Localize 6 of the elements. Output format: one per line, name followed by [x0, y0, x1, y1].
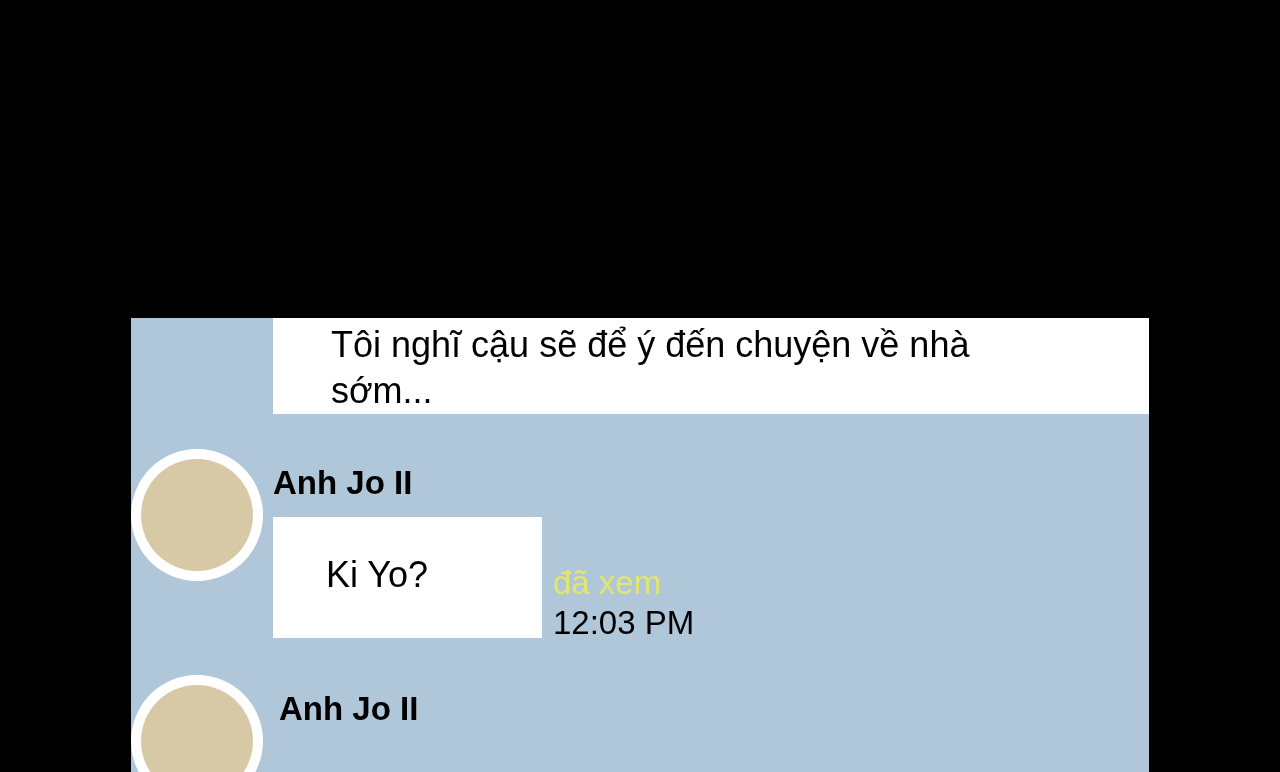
sender-name: Anh Jo II	[273, 463, 414, 503]
message-text: Tôi nghĩ cậu sẽ để ý đến chuyện về nhà sớm...	[331, 323, 971, 413]
read-receipt: đã xem	[553, 563, 663, 603]
sender-name: Anh Jo II	[279, 689, 419, 729]
message-bubble: Ki Yo?	[273, 517, 542, 638]
timestamp: 12:03 PM	[553, 603, 695, 643]
